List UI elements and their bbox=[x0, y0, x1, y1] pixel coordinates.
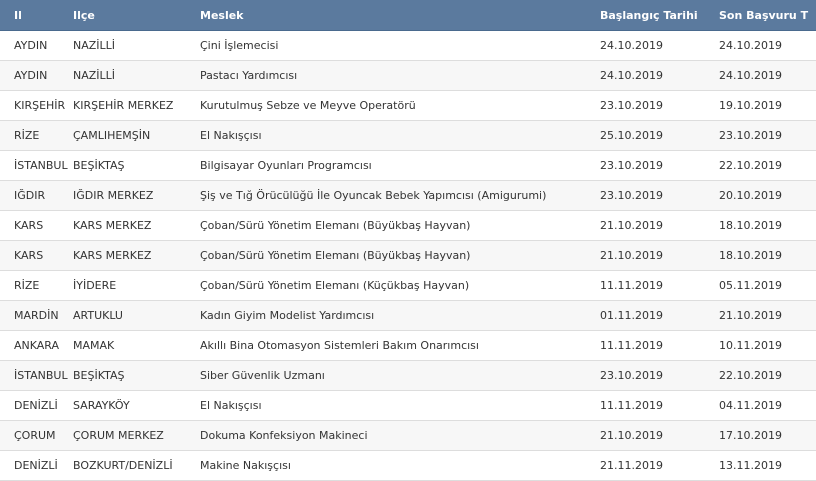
cell-baslangic[interactable]: 23.10.2019 bbox=[600, 189, 719, 202]
cell-il[interactable]: DENİZLİ bbox=[0, 459, 73, 472]
cell-son-basvuru[interactable]: 10.11.2019 bbox=[719, 339, 816, 352]
cell-il[interactable]: İSTANBUL bbox=[0, 159, 73, 172]
cell-son-basvuru[interactable]: 24.10.2019 bbox=[719, 69, 816, 82]
job-listings-table: Il Ilçe Meslek Başlangıç Tarihi Son Başv… bbox=[0, 0, 816, 481]
cell-meslek[interactable]: Pastacı Yardımcısı bbox=[200, 69, 600, 82]
cell-ilce[interactable]: NAZİLLİ bbox=[73, 39, 200, 52]
column-header-baslangic[interactable]: Başlangıç Tarihi bbox=[600, 9, 719, 22]
cell-ilce[interactable]: KARS MERKEZ bbox=[73, 219, 200, 232]
cell-ilce[interactable]: BOZKURT/DENİZLİ bbox=[73, 459, 200, 472]
cell-baslangic[interactable]: 21.11.2019 bbox=[600, 459, 719, 472]
cell-baslangic[interactable]: 23.10.2019 bbox=[600, 99, 719, 112]
column-header-meslek[interactable]: Meslek bbox=[200, 9, 600, 22]
cell-son-basvuru[interactable]: 19.10.2019 bbox=[719, 99, 816, 112]
cell-ilce[interactable]: KIRŞEHİR MERKEZ bbox=[73, 99, 200, 112]
cell-ilce[interactable]: IĞDIR MERKEZ bbox=[73, 189, 200, 202]
cell-meslek[interactable]: El Nakışçısı bbox=[200, 399, 600, 412]
table-header: Il Ilçe Meslek Başlangıç Tarihi Son Başv… bbox=[0, 0, 816, 31]
table-row[interactable]: AYDIN NAZİLLİ Çini İşlemecisi 24.10.2019 24.… bbox=[0, 31, 816, 61]
cell-meslek[interactable]: El Nakışçısı bbox=[200, 129, 600, 142]
table-row[interactable]: MARDİN ARTUKLU Kadın Giyim Modelist Yardım… bbox=[0, 301, 816, 331]
table-row[interactable]: DENİZLİ BOZKURT/DENİZLİ Makine Nakışçısı 21… bbox=[0, 451, 816, 481]
cell-il[interactable]: IĞDIR bbox=[0, 189, 73, 202]
column-header-son-basvuru[interactable]: Son Başvuru T bbox=[719, 9, 816, 22]
cell-baslangic[interactable]: 11.11.2019 bbox=[600, 399, 719, 412]
cell-baslangic[interactable]: 23.10.2019 bbox=[600, 159, 719, 172]
cell-meslek[interactable]: Kurutulmuş Sebze ve Meyve Operatörü bbox=[200, 99, 600, 112]
cell-baslangic[interactable]: 25.10.2019 bbox=[600, 129, 719, 142]
cell-il[interactable]: İSTANBUL bbox=[0, 369, 73, 382]
cell-ilce[interactable]: NAZİLLİ bbox=[73, 69, 200, 82]
cell-son-basvuru[interactable]: 21.10.2019 bbox=[719, 309, 816, 322]
cell-baslangic[interactable]: 24.10.2019 bbox=[600, 39, 719, 52]
cell-ilce[interactable]: BEŞİKTAŞ bbox=[73, 369, 200, 382]
table-row[interactable]: IĞDIR IĞDIR MERKEZ Şiş ve Tığ Örücülüğü İl… bbox=[0, 181, 816, 211]
table-body: AYDIN NAZİLLİ Çini İşlemecisi 24.10.2019 24.… bbox=[0, 31, 816, 481]
cell-il[interactable]: KARS bbox=[0, 249, 73, 262]
table-row[interactable]: AYDIN NAZİLLİ Pastacı Yardımcısı 24.10.2019… bbox=[0, 61, 816, 91]
cell-son-basvuru[interactable]: 22.10.2019 bbox=[719, 369, 816, 382]
table-row[interactable]: KARS KARS MERKEZ Çoban/Sürü Yönetim Eleman… bbox=[0, 241, 816, 271]
cell-son-basvuru[interactable]: 04.11.2019 bbox=[719, 399, 816, 412]
cell-baslangic[interactable]: 21.10.2019 bbox=[600, 219, 719, 232]
cell-baslangic[interactable]: 11.11.2019 bbox=[600, 279, 719, 292]
cell-meslek[interactable]: Çini İşlemecisi bbox=[200, 39, 600, 52]
cell-meslek[interactable]: Çoban/Sürü Yönetim Elemanı (Büyükbaş Hay… bbox=[200, 219, 600, 232]
cell-son-basvuru[interactable]: 18.10.2019 bbox=[719, 249, 816, 262]
cell-baslangic[interactable]: 21.10.2019 bbox=[600, 249, 719, 262]
cell-il[interactable]: RİZE bbox=[0, 279, 73, 292]
cell-ilce[interactable]: KARS MERKEZ bbox=[73, 249, 200, 262]
cell-meslek[interactable]: Kadın Giyim Modelist Yardımcısı bbox=[200, 309, 600, 322]
cell-meslek[interactable]: Dokuma Konfeksiyon Makineci bbox=[200, 429, 600, 442]
cell-son-basvuru[interactable]: 13.11.2019 bbox=[719, 459, 816, 472]
table-row[interactable]: KIRŞEHİR KIRŞEHİR MERKEZ Kurutulmuş Sebze … bbox=[0, 91, 816, 121]
cell-il[interactable]: ÇORUM bbox=[0, 429, 73, 442]
cell-son-basvuru[interactable]: 23.10.2019 bbox=[719, 129, 816, 142]
cell-il[interactable]: MARDİN bbox=[0, 309, 73, 322]
table-row[interactable]: RİZE ÇAMLIHEMŞİN El Nakışçısı 25.10.2019 23.… bbox=[0, 121, 816, 151]
table-row[interactable]: İSTANBUL BEŞİKTAŞ Siber Güvenlik Uzmanı 23.… bbox=[0, 361, 816, 391]
cell-son-basvuru[interactable]: 20.10.2019 bbox=[719, 189, 816, 202]
cell-baslangic[interactable]: 01.11.2019 bbox=[600, 309, 719, 322]
table-row[interactable]: KARS KARS MERKEZ Çoban/Sürü Yönetim Eleman… bbox=[0, 211, 816, 241]
cell-son-basvuru[interactable]: 05.11.2019 bbox=[719, 279, 816, 292]
cell-il[interactable]: ANKARA bbox=[0, 339, 73, 352]
cell-il[interactable]: DENİZLİ bbox=[0, 399, 73, 412]
table-row[interactable]: DENİZLİ SARAYKÖY El Nakışçısı 11.11.2019 04.… bbox=[0, 391, 816, 421]
cell-meslek[interactable]: Siber Güvenlik Uzmanı bbox=[200, 369, 600, 382]
cell-il[interactable]: KARS bbox=[0, 219, 73, 232]
cell-ilce[interactable]: İYİDERE bbox=[73, 279, 200, 292]
cell-son-basvuru[interactable]: 18.10.2019 bbox=[719, 219, 816, 232]
cell-meslek[interactable]: Çoban/Sürü Yönetim Elemanı (Küçükbaş Hay… bbox=[200, 279, 600, 292]
cell-meslek[interactable]: Makine Nakışçısı bbox=[200, 459, 600, 472]
cell-baslangic[interactable]: 23.10.2019 bbox=[600, 369, 719, 382]
cell-ilce[interactable]: BEŞİKTAŞ bbox=[73, 159, 200, 172]
cell-il[interactable]: RİZE bbox=[0, 129, 73, 142]
cell-ilce[interactable]: SARAYKÖY bbox=[73, 399, 200, 412]
table-row[interactable]: İSTANBUL BEŞİKTAŞ Bilgisayar Oyunları Prog… bbox=[0, 151, 816, 181]
cell-son-basvuru[interactable]: 22.10.2019 bbox=[719, 159, 816, 172]
table-row[interactable]: RİZE İYİDERE Çoban/Sürü Yönetim Elemanı (K… bbox=[0, 271, 816, 301]
column-header-ilce[interactable]: Ilçe bbox=[73, 9, 200, 22]
cell-ilce[interactable]: ÇORUM MERKEZ bbox=[73, 429, 200, 442]
cell-baslangic[interactable]: 11.11.2019 bbox=[600, 339, 719, 352]
column-header-il[interactable]: Il bbox=[0, 9, 73, 22]
cell-son-basvuru[interactable]: 17.10.2019 bbox=[719, 429, 816, 442]
cell-baslangic[interactable]: 24.10.2019 bbox=[600, 69, 719, 82]
cell-meslek[interactable]: Çoban/Sürü Yönetim Elemanı (Büyükbaş Hay… bbox=[200, 249, 600, 262]
table-row[interactable]: ANKARA MAMAK Akıllı Bina Otomasyon Sisteml… bbox=[0, 331, 816, 361]
cell-ilce[interactable]: ÇAMLIHEMŞİN bbox=[73, 129, 200, 142]
cell-ilce[interactable]: MAMAK bbox=[73, 339, 200, 352]
cell-il[interactable]: AYDIN bbox=[0, 39, 73, 52]
cell-meslek[interactable]: Akıllı Bina Otomasyon Sistemleri Bakım O… bbox=[200, 339, 600, 352]
cell-meslek[interactable]: Bilgisayar Oyunları Programcısı bbox=[200, 159, 600, 172]
cell-ilce[interactable]: ARTUKLU bbox=[73, 309, 200, 322]
cell-il[interactable]: AYDIN bbox=[0, 69, 73, 82]
cell-il[interactable]: KIRŞEHİR bbox=[0, 99, 73, 112]
table-row[interactable]: ÇORUM ÇORUM MERKEZ Dokuma Konfeksiyon Maki… bbox=[0, 421, 816, 451]
cell-meslek[interactable]: Şiş ve Tığ Örücülüğü İle Oyuncak Bebek Y… bbox=[200, 189, 600, 202]
cell-baslangic[interactable]: 21.10.2019 bbox=[600, 429, 719, 442]
cell-son-basvuru[interactable]: 24.10.2019 bbox=[719, 39, 816, 52]
